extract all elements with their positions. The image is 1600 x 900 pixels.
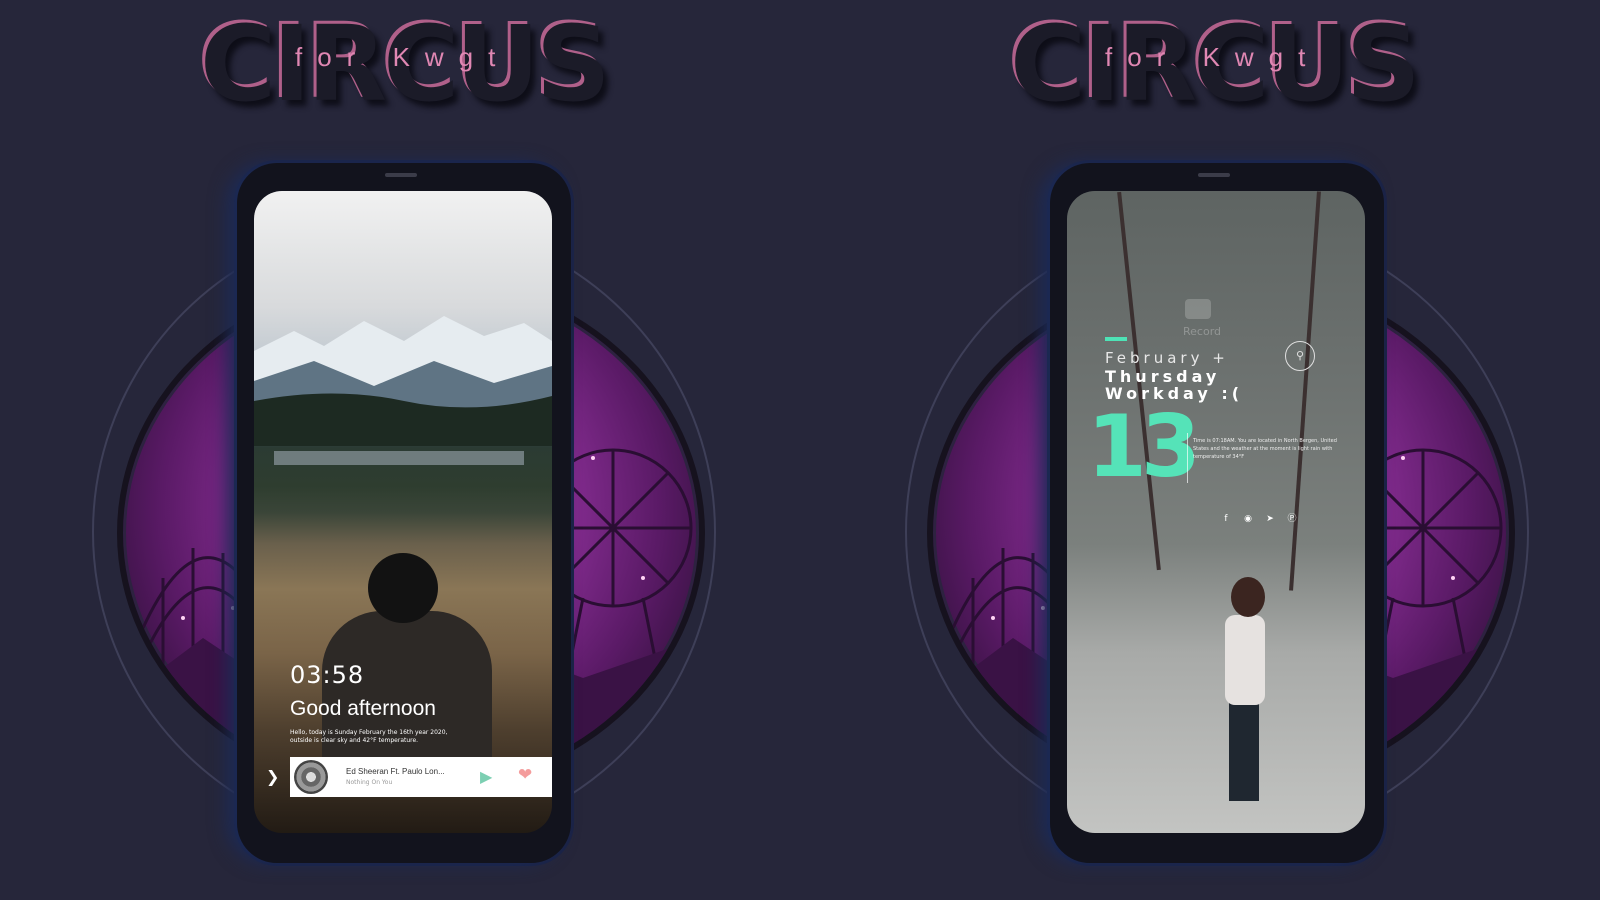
phone-frame: 03:58 Good afternoon Hello, today is Sun… bbox=[237, 163, 571, 863]
phone-screen: Record February + Thursday Workday :( 13… bbox=[1067, 191, 1365, 833]
left-preview-panel: CIRCUS for Kwgt 03:58 Good afternoon Hel… bbox=[0, 0, 800, 900]
girl-silhouette-head bbox=[1231, 577, 1265, 617]
person-hat bbox=[368, 553, 438, 623]
mountain-range bbox=[254, 316, 552, 465]
record-label: Record bbox=[1183, 325, 1222, 338]
phone-speaker bbox=[385, 173, 417, 177]
logo-subtitle: for Kwgt bbox=[295, 42, 511, 72]
video-camera-icon[interactable] bbox=[1185, 299, 1211, 319]
phone-speaker bbox=[1198, 173, 1230, 177]
album-art bbox=[294, 760, 328, 794]
logo-subtitle: for Kwgt bbox=[1105, 42, 1321, 72]
greeting-text: Good afternoon bbox=[290, 697, 436, 720]
pinterest-icon[interactable]: Ⓟ bbox=[1287, 514, 1297, 524]
girl-silhouette-legs bbox=[1229, 701, 1259, 801]
weather-description: Hello, today is Sunday February the 16th… bbox=[290, 729, 448, 744]
divider-line bbox=[1187, 433, 1188, 483]
month-text: February + bbox=[1105, 349, 1229, 367]
phone-screen: 03:58 Good afternoon Hello, today is Sun… bbox=[254, 191, 552, 833]
right-preview-panel: CIRCUS for Kwgt Record February + Thursd… bbox=[800, 0, 1600, 900]
accent-dash bbox=[1105, 337, 1127, 341]
twitter-icon[interactable]: ➤ bbox=[1265, 514, 1275, 524]
song-subtitle: Nothing On You bbox=[346, 779, 393, 786]
instagram-icon[interactable]: ◉ bbox=[1243, 514, 1253, 524]
facebook-icon[interactable]: f bbox=[1221, 514, 1231, 524]
play-icon[interactable]: ▶ bbox=[480, 767, 492, 786]
chevron-right-icon[interactable]: ❯ bbox=[266, 767, 279, 786]
clock-time: 03:58 bbox=[290, 661, 365, 689]
location-weather-info: Time is 07:18AM. You are located in Nort… bbox=[1193, 438, 1337, 460]
circus-logo: CIRCUS for Kwgt bbox=[1010, 12, 1430, 116]
heart-icon[interactable]: ❤ bbox=[518, 765, 532, 785]
day-number: 13 bbox=[1087, 397, 1201, 497]
music-player[interactable]: Ed Sheeran Ft. Paulo Lon... Nothing On Y… bbox=[290, 757, 552, 797]
social-links: f ◉ ➤ Ⓟ bbox=[1221, 514, 1297, 524]
girl-silhouette-body bbox=[1225, 615, 1265, 705]
search-icon[interactable]: ⚲ bbox=[1285, 341, 1315, 371]
song-title: Ed Sheeran Ft. Paulo Lon... bbox=[346, 767, 445, 776]
phone-frame: Record February + Thursday Workday :( 13… bbox=[1050, 163, 1384, 863]
circus-logo: CIRCUS for Kwgt bbox=[200, 12, 620, 116]
tree-trunk bbox=[1289, 191, 1321, 591]
